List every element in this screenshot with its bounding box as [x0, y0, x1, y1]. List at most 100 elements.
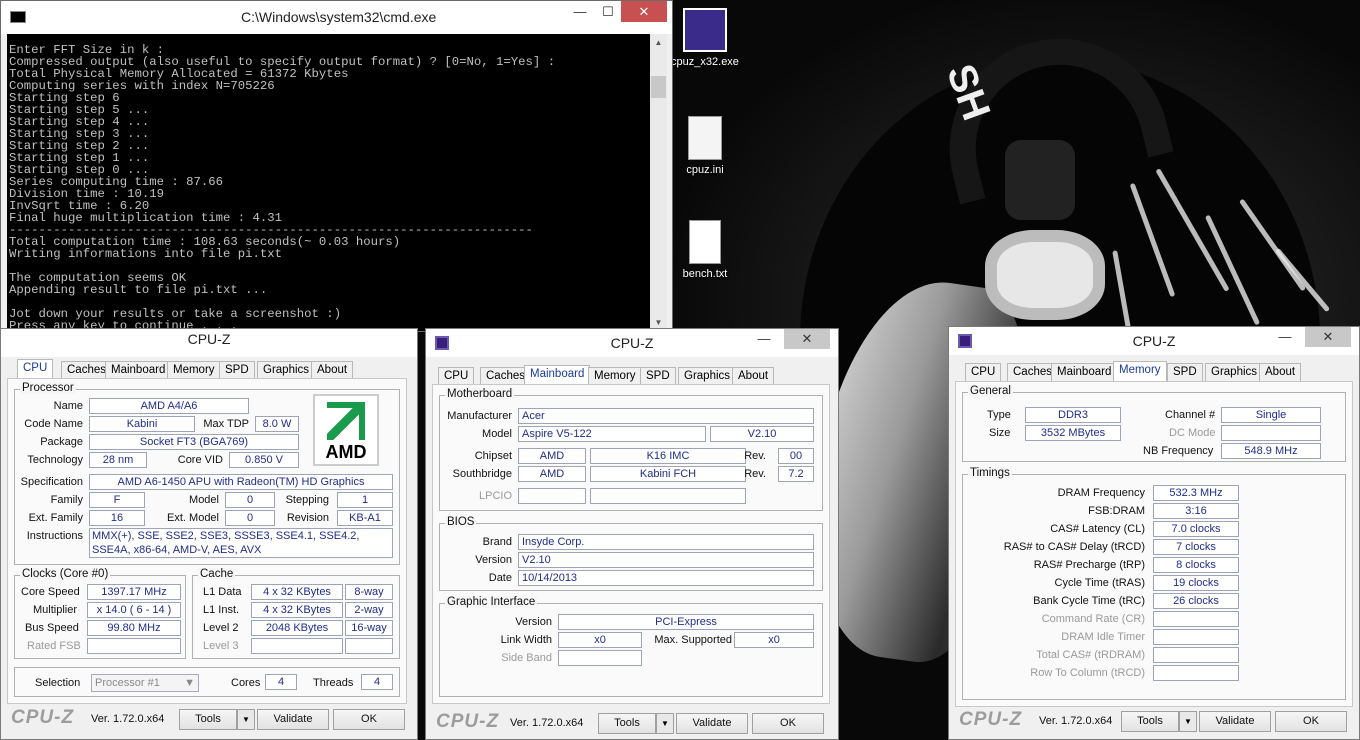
cpuz-logo: CPU-Z: [959, 709, 1023, 730]
desktop-icon-cpuz-ini[interactable]: cpuz.ini: [670, 116, 740, 176]
label-name: Name: [53, 400, 83, 412]
group-label: Graphic Interface: [445, 596, 538, 608]
processor-select[interactable]: Processor #1 ▼: [91, 674, 199, 692]
label-side-band: Side Band: [501, 652, 552, 664]
selection-group: Selection Processor #1 ▼ Cores 4 Threads …: [14, 667, 400, 697]
value-core-speed: 1397.17 MHz: [87, 584, 181, 600]
value-code-name: Kabini: [89, 416, 195, 432]
label-core-vid: Core VID: [177, 454, 223, 466]
mainboard-tab-pane: Motherboard Manufacturer Acer Model Aspi…: [432, 384, 830, 704]
tools-button[interactable]: Tools: [179, 709, 237, 730]
text-file-icon: [689, 220, 721, 264]
value-model: 0: [225, 492, 275, 508]
wallpaper-earcup: [985, 230, 1105, 320]
value-link-width: x0: [558, 632, 642, 648]
cmd-titlebar[interactable]: C:\Windows\system32\cmd.exe — ☐ ✕: [1, 1, 672, 34]
tab-graphics[interactable]: Graphics: [257, 361, 316, 379]
console-scrollbar[interactable]: ▲ ▼: [650, 34, 667, 331]
cpuz-titlebar[interactable]: CPU-Z: [1, 329, 417, 357]
maximize-button[interactable]: ☐: [595, 1, 621, 22]
tab-memory[interactable]: Memory: [588, 367, 642, 385]
tools-dropdown-icon[interactable]: ▼: [1179, 711, 1197, 732]
label-max-tdp: Max TDP: [203, 418, 249, 430]
value-l1-data: 4 x 32 KBytes: [251, 584, 343, 600]
validate-button[interactable]: Validate: [1199, 711, 1271, 732]
tab-mainboard[interactable]: Mainboard: [105, 361, 172, 379]
tab-about[interactable]: About: [732, 367, 775, 385]
graphic-interface-group: Graphic Interface Version PCI-Express Li…: [439, 596, 823, 697]
tab-graphics[interactable]: Graphics: [1205, 363, 1264, 381]
cmd-title: C:\Windows\system32\cmd.exe: [241, 9, 437, 25]
minimize-button[interactable]: —: [746, 329, 782, 349]
label-bios-date: Date: [488, 572, 512, 584]
timing-value: 26 clocks: [1153, 593, 1239, 609]
console-icon: [10, 11, 26, 23]
scrollbar-thumb[interactable]: [651, 76, 666, 98]
timing-label: Row To Column (tRCD): [1030, 667, 1145, 679]
tab-spd[interactable]: SPD: [1167, 363, 1203, 381]
validate-button[interactable]: Validate: [257, 709, 329, 730]
cmd-window[interactable]: C:\Windows\system32\cmd.exe — ☐ ✕ Enter …: [0, 0, 673, 332]
amd-logo-text: AMD: [325, 442, 367, 462]
label-multiplier: Multiplier: [33, 604, 78, 616]
value-ext-model: 0: [225, 510, 275, 526]
tab-cpu[interactable]: CPU: [438, 367, 475, 385]
value-size: 3532 MBytes: [1025, 425, 1121, 441]
group-label: Processor: [20, 382, 76, 394]
validate-button[interactable]: Validate: [676, 713, 748, 734]
close-button[interactable]: ✕: [621, 1, 667, 22]
tools-button[interactable]: Tools: [598, 713, 656, 734]
tab-spd[interactable]: SPD: [219, 361, 255, 379]
value-level-3: [251, 638, 343, 654]
desktop-icon-bench-txt[interactable]: bench.txt: [670, 220, 740, 280]
desktop-icon-cpuz-exe[interactable]: cpuz_x32.exe: [670, 8, 740, 68]
console-output[interactable]: Enter FFT Size in k : Compressed output …: [7, 34, 650, 331]
close-button[interactable]: ✕: [784, 329, 830, 349]
motherboard-group: Motherboard Manufacturer Acer Model Aspi…: [439, 388, 823, 511]
value-southbridge-rev: 7.2: [778, 466, 814, 482]
label-revision: Revision: [286, 512, 329, 524]
label-specification: Specification: [20, 476, 83, 488]
tab-about[interactable]: About: [1259, 363, 1302, 381]
tab-mainboard[interactable]: Mainboard: [1051, 363, 1118, 381]
tab-memory[interactable]: Memory: [1113, 361, 1167, 382]
timing-label: Total CAS# (tRDRAM): [1036, 649, 1145, 661]
tab-mainboard[interactable]: Mainboard: [524, 365, 591, 386]
ok-button[interactable]: OK: [1275, 711, 1347, 732]
tools-dropdown-icon[interactable]: ▼: [237, 709, 255, 730]
timing-label: Cycle Time (tRAS): [1054, 577, 1145, 589]
tab-spd[interactable]: SPD: [640, 367, 676, 385]
cpuz-window-memory[interactable]: CPU-Z — ✕ CPU Caches Mainboard Memory SP…: [948, 326, 1360, 740]
settings-file-icon: [688, 116, 722, 160]
tab-memory[interactable]: Memory: [167, 361, 221, 379]
value-ext-family: 16: [89, 510, 145, 526]
scroll-up-icon[interactable]: ▲: [650, 34, 667, 51]
value-model: Aspire V5-122: [518, 426, 706, 442]
tab-cpu[interactable]: CPU: [17, 359, 54, 380]
close-button[interactable]: ✕: [1305, 327, 1351, 347]
label-instructions: Instructions: [26, 530, 83, 542]
cpu-tab-pane: Processor Name AMD A4/A6 Code Name Kabin…: [7, 378, 407, 704]
cpuz-titlebar[interactable]: CPU-Z — ✕: [949, 327, 1359, 355]
ok-button[interactable]: OK: [333, 709, 405, 730]
tools-dropdown-icon[interactable]: ▼: [656, 713, 674, 734]
cpu-chip-icon: [683, 8, 727, 52]
minimize-button[interactable]: —: [565, 1, 595, 22]
label-threads: Threads: [313, 677, 354, 689]
value-channel: Single: [1221, 407, 1321, 423]
label-link-width: Link Width: [500, 634, 552, 646]
value-side-band: [558, 650, 642, 666]
tab-cpu[interactable]: CPU: [965, 363, 1002, 381]
tab-graphics[interactable]: Graphics: [678, 367, 737, 385]
cpuz-window-cpu[interactable]: CPU-Z CPU Caches Mainboard Memory SPD Gr…: [0, 328, 418, 740]
label-ext-model: Ext. Model: [167, 512, 219, 524]
cpuz-titlebar[interactable]: CPU-Z — ✕: [426, 329, 838, 357]
cpuz-window-mainboard[interactable]: CPU-Z — ✕ CPU Caches Mainboard Memory SP…: [425, 328, 839, 740]
tab-about[interactable]: About: [311, 361, 354, 379]
value-nb-frequency: 548.9 MHz: [1221, 443, 1321, 459]
value-multiplier: x 14.0 ( 6 - 14 ): [87, 602, 181, 618]
label-manufacturer: Manufacturer: [447, 410, 512, 422]
minimize-button[interactable]: —: [1267, 327, 1303, 347]
tools-button[interactable]: Tools: [1121, 711, 1179, 732]
ok-button[interactable]: OK: [752, 713, 824, 734]
